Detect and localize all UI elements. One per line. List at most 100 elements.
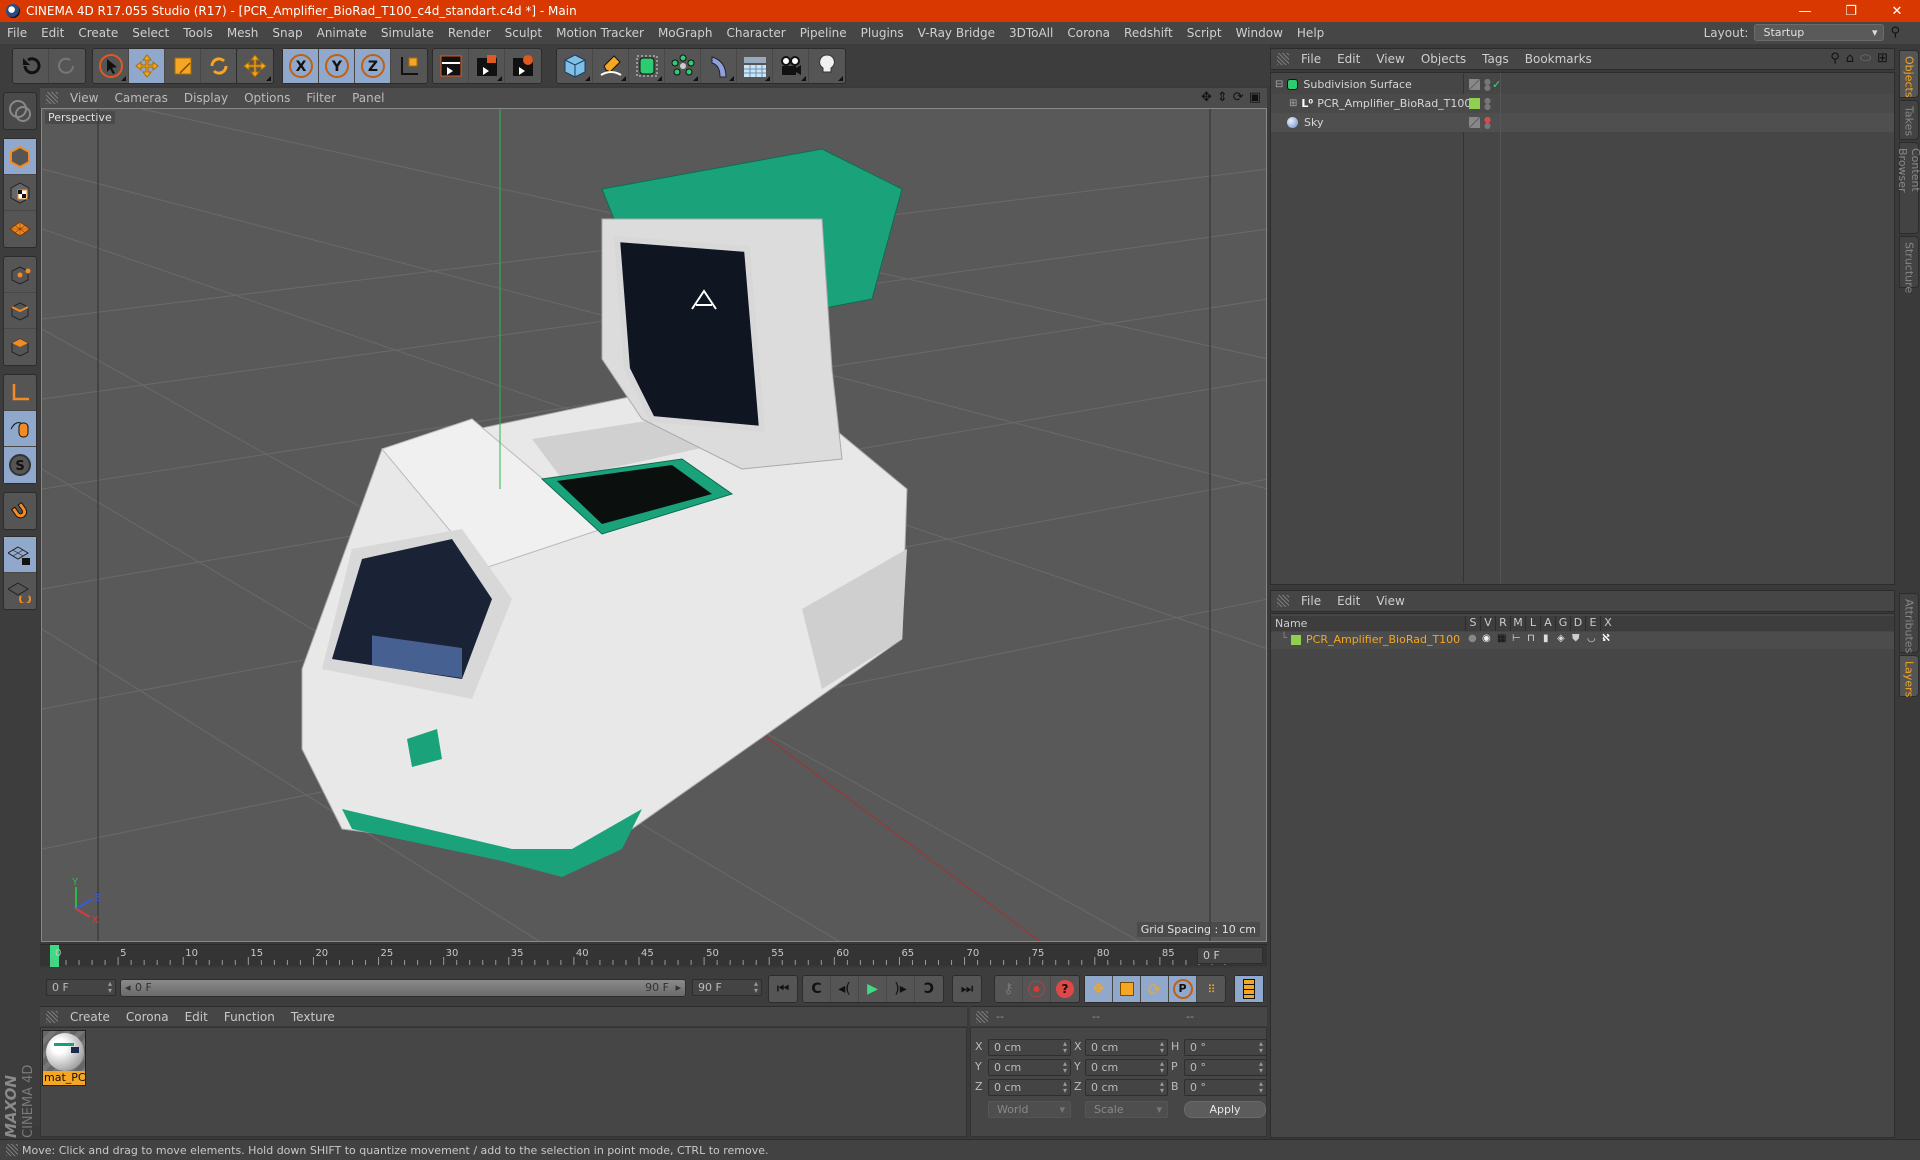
new-panel-icon[interactable]: ⊞ [1877,51,1888,66]
object-row[interactable]: ⊞ L⁰ PCR_Amplifier_BioRad_T100 ● ● [1271,94,1894,113]
motion-record-button[interactable]: ⚷ [995,976,1023,1002]
object-row[interactable]: Sky ● ● [1271,113,1894,132]
camera-button[interactable] [773,49,809,83]
deformer-button[interactable] [701,49,737,83]
go-to-start-button[interactable]: ⏮ [769,976,797,1002]
panel-grip-icon[interactable] [976,1010,988,1023]
timeline-ruler[interactable]: 051015202530354045505560657075808590 0 F [40,944,1267,967]
key-position-button[interactable]: ✥ [1085,976,1113,1002]
menu-corona[interactable]: Corona [1060,26,1117,40]
tab-takes[interactable]: Takes [1899,100,1919,140]
tab-attributes[interactable]: Attributes [1899,593,1919,653]
render-picture-viewer-button[interactable] [469,49,505,83]
range-right-arrow-icon[interactable]: ▸ [675,981,681,994]
solo-mode-button[interactable]: S [4,447,36,483]
layer-color-swatch[interactable] [1291,635,1301,645]
close-button[interactable]: ✕ [1874,0,1920,22]
xref-icon[interactable]: ℵ [1602,633,1610,644]
light-button[interactable] [809,49,845,83]
restore-button[interactable]: ❐ [1828,0,1874,22]
visibility-dots-icon[interactable]: ● ● [1484,77,1491,91]
tree-collapse-icon[interactable]: ⊟ [1275,79,1283,90]
eye-visibility-icon[interactable]: ◉ [1482,633,1491,644]
column-deformers[interactable]: D [1570,616,1585,631]
menu-mograph[interactable]: MoGraph [651,26,720,40]
floor-button[interactable] [737,49,773,83]
menu-render[interactable]: Render [441,26,498,40]
column-expressions[interactable]: E [1585,616,1600,631]
om-menu-edit[interactable]: Edit [1329,52,1368,66]
menu-mesh[interactable]: Mesh [220,26,266,40]
column-generators[interactable]: G [1555,616,1570,631]
visibility-dots-icon[interactable]: ● ● [1484,115,1491,129]
x-axis-lock-button[interactable]: X [283,49,319,83]
pen-spline-button[interactable] [593,49,629,83]
texture-mode-button[interactable] [4,175,36,211]
undo-button[interactable] [13,49,49,83]
apply-button[interactable]: Apply [1184,1101,1266,1118]
cube-button[interactable] [557,49,593,83]
position-z-field[interactable]: 0 cm ▴ ▾ [988,1079,1071,1096]
key-rotation-button[interactable]: ⟳ [1141,976,1169,1002]
om-menu-bookmarks[interactable]: Bookmarks [1517,52,1600,66]
snap-button[interactable] [4,493,36,529]
preview-range-slider[interactable]: ◂ 0 F 90 F ▸ [120,979,686,997]
make-editable-button[interactable] [4,93,36,129]
recent-tool-button[interactable] [237,49,273,83]
menu-character[interactable]: Character [719,26,792,40]
object-row[interactable]: ⊟ Subdivision Surface ● ● ✓ [1271,75,1894,94]
om-menu-objects[interactable]: Objects [1413,52,1474,66]
start-frame-field[interactable]: 0 F ▴ ▾ [46,979,116,996]
y-axis-lock-button[interactable]: Y [319,49,355,83]
edges-mode-button[interactable] [4,293,36,329]
layer-name[interactable]: PCR_Amplifier_BioRad_T100 [1306,633,1460,646]
column-render[interactable]: R [1495,616,1510,631]
next-frame-button[interactable]: )▸ [887,976,915,1002]
om-menu-view[interactable]: View [1368,52,1412,66]
tree-expand-icon[interactable]: ⊞ [1289,98,1297,109]
expression-cup-icon[interactable]: ◡ [1587,633,1596,644]
rotate-tool-button[interactable] [201,49,237,83]
key-parameter-button[interactable]: P [1169,976,1197,1002]
menu-file[interactable]: File [0,26,34,40]
previous-frame-button[interactable]: ◂( [831,976,859,1002]
render-settings-button[interactable] [505,49,541,83]
menu-help[interactable]: Help [1290,26,1331,40]
scale-tool-button[interactable] [165,49,201,83]
search-icon[interactable]: ⚲ [1830,51,1840,66]
points-mode-button[interactable] [4,257,36,293]
subdivision-surface-button[interactable] [629,49,665,83]
orbit-view-icon[interactable]: ⟳ [1233,90,1244,105]
column-solo[interactable]: S [1465,616,1480,631]
lm-menu-view[interactable]: View [1368,594,1412,608]
menu-motion-tracker[interactable]: Motion Tracker [549,26,651,40]
search-icon[interactable]: ⚲ [1890,25,1900,40]
size-y-field[interactable]: 0 cm ▴ ▾ [1085,1059,1168,1076]
menu-tools[interactable]: Tools [176,26,220,40]
unlock-icon[interactable]: ⊓ [1527,633,1535,644]
menu-vray-bridge[interactable]: V-Ray Bridge [911,26,1002,40]
viewport-menu-display[interactable]: Display [176,91,236,105]
tweak-mode-button[interactable] [4,411,36,447]
dolly-view-icon[interactable]: ⇕ [1217,90,1228,105]
material-swatch[interactable]: mat_PCR [42,1030,86,1086]
viewport-menu-panel[interactable]: Panel [344,91,392,105]
viewport-menu-cameras[interactable]: Cameras [106,91,175,105]
material-menu-create[interactable]: Create [62,1010,118,1024]
material-menu-edit[interactable]: Edit [177,1010,216,1024]
model-mode-button[interactable] [4,139,36,175]
menu-snap[interactable]: Snap [265,26,309,40]
coordinate-space-dropdown[interactable]: World [988,1101,1071,1118]
visibility-toggle-icon[interactable]: ⬭ [1860,51,1871,66]
rotation-h-field[interactable]: 0 ° ▴ ▾ [1184,1039,1267,1056]
column-manager[interactable]: M [1510,616,1525,631]
menu-create[interactable]: Create [71,26,125,40]
viewport-menu-options[interactable]: Options [236,91,298,105]
menu-animate[interactable]: Animate [310,26,374,40]
3d-viewport[interactable]: Y Z X Perspective Grid Spacing : 10 cm [41,108,1267,942]
tab-objects[interactable]: Objects [1899,50,1919,98]
panel-grip-icon[interactable] [1277,595,1289,607]
size-mode-dropdown[interactable]: Scale [1085,1101,1168,1118]
column-xref[interactable]: X [1600,616,1615,631]
camera-label[interactable]: Perspective [45,111,115,124]
